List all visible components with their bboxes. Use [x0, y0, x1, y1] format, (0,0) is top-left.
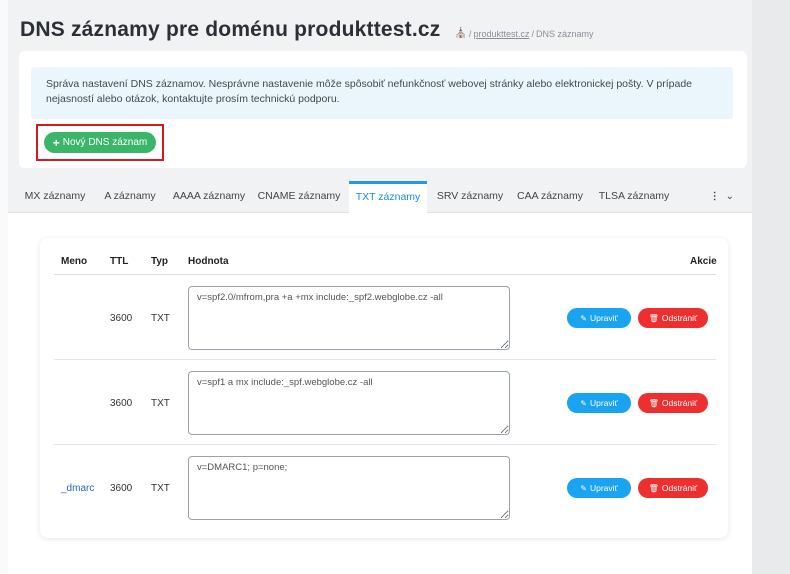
page-header: DNS záznamy pre doménu produkttest.cz ⛪ …: [20, 18, 594, 42]
breadcrumb-separator: /: [468, 28, 472, 39]
edit-icon: ✎: [580, 483, 587, 493]
header-value: Hodnota: [188, 256, 229, 267]
edit-icon: ✎: [580, 398, 587, 408]
right-scroll-gutter: [752, 0, 790, 574]
info-alert: Správa nastavení DNS záznamov. Nesprávne…: [31, 67, 733, 119]
header-type: Typ: [151, 256, 169, 267]
chevron-down-icon: ⌄: [725, 191, 734, 202]
left-edge: [0, 0, 8, 574]
record-name: _dmarc: [61, 483, 95, 494]
edit-button[interactable]: ✎ Upraviť: [567, 308, 631, 328]
tab-cname[interactable]: CNAME záznamy: [256, 181, 342, 212]
table-row: 3600 TXT v=spf1 a mx include:_spf.webglo…: [54, 360, 716, 445]
tab-mx[interactable]: MX záznamy: [18, 181, 92, 212]
tab-txt[interactable]: TXT záznamy: [349, 181, 427, 214]
table-row: _dmarc 3600 TXT v=DMARC1; p=none; ✎ Upra…: [54, 445, 716, 530]
edit-button[interactable]: ✎ Upraviť: [567, 478, 631, 498]
table-row: 3600 TXT v=spf2.0/mfrom,pra +a +mx inclu…: [54, 275, 716, 360]
page: DNS záznamy pre doménu produkttest.cz ⛪ …: [8, 0, 752, 574]
record-value-textarea[interactable]: v=DMARC1; p=none;: [188, 456, 510, 520]
tab-tlsa[interactable]: TLSA záznamy: [595, 181, 673, 212]
delete-label: Odstrániť: [661, 483, 698, 493]
record-ttl: 3600: [110, 483, 133, 494]
delete-button[interactable]: 🗑 Odstrániť: [638, 393, 708, 413]
delete-button[interactable]: 🗑 Odstrániť: [638, 478, 708, 498]
record-type: TXT: [151, 313, 170, 324]
breadcrumb-current: DNS záznamy: [535, 28, 594, 39]
tab-content: Meno TTL Typ Hodnota Akcie 3600 TXT v=sp…: [8, 213, 752, 574]
record-value-textarea[interactable]: v=spf2.0/mfrom,pra +a +mx include:_spf2.…: [188, 286, 510, 350]
txt-records-table: Meno TTL Typ Hodnota Akcie 3600 TXT v=sp…: [40, 238, 728, 538]
delete-label: Odstrániť: [661, 398, 698, 408]
edit-icon: ✎: [580, 313, 587, 323]
highlight-frame: + Nový DNS záznam: [36, 124, 164, 161]
info-card: Správa nastavení DNS záznamov. Nesprávne…: [19, 51, 747, 168]
breadcrumb-separator: /: [531, 28, 534, 39]
record-ttl: 3600: [110, 313, 133, 324]
more-tabs-menu[interactable]: ⋮ ⌄: [710, 181, 734, 212]
delete-label: Odstrániť: [661, 313, 698, 323]
record-value-textarea[interactable]: v=spf1 a mx include:_spf.webglobe.cz -al…: [188, 371, 510, 435]
record-type: TXT: [151, 483, 170, 494]
new-dns-record-label: Nový DNS záznam: [62, 137, 148, 148]
tab-a[interactable]: A záznamy: [99, 181, 161, 212]
record-ttl: 3600: [110, 398, 133, 409]
plus-icon: +: [52, 135, 60, 150]
trash-icon: 🗑: [648, 398, 659, 408]
edit-label: Upraviť: [589, 313, 618, 323]
breadcrumb: ⛪ / produkttest.cz / DNS záznamy: [454, 28, 593, 39]
trash-icon: 🗑: [648, 483, 659, 493]
tab-srv[interactable]: SRV záznamy: [434, 181, 506, 212]
new-dns-record-button[interactable]: + Nový DNS záznam: [44, 132, 156, 153]
record-type: TXT: [151, 398, 170, 409]
header-name: Meno: [61, 256, 88, 267]
header-ttl: TTL: [110, 256, 129, 267]
tab-caa[interactable]: CAA záznamy: [514, 181, 586, 212]
edit-label: Upraviť: [589, 483, 618, 493]
edit-label: Upraviť: [589, 398, 618, 408]
page-title: DNS záznamy pre doménu produkttest.cz: [20, 18, 441, 41]
breadcrumb-domain-link[interactable]: produkttest.cz: [473, 29, 529, 39]
tab-aaaa[interactable]: AAAA záznamy: [170, 181, 248, 212]
more-dots-icon: ⋮: [709, 191, 720, 202]
trash-icon: 🗑: [648, 313, 659, 323]
home-icon[interactable]: ⛪: [454, 28, 466, 39]
record-type-tabs: MX záznamy A záznamy AAAA záznamy CNAME …: [8, 181, 752, 214]
delete-button[interactable]: 🗑 Odstrániť: [638, 308, 708, 328]
edit-button[interactable]: ✎ Upraviť: [567, 393, 631, 413]
header-actions: Akcie: [690, 256, 717, 267]
